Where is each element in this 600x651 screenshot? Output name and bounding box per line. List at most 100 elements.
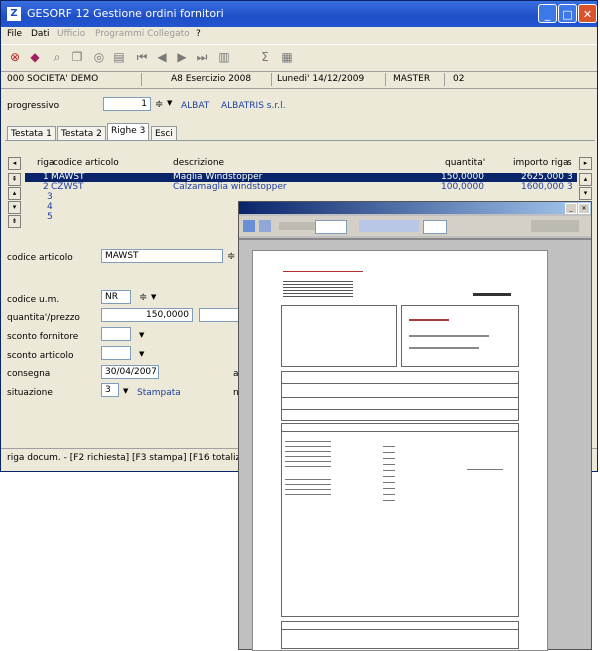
cell-riga: 1 bbox=[43, 172, 49, 182]
dropdown-arrow-icon[interactable]: ▼ bbox=[151, 293, 156, 301]
menu-file[interactable]: File bbox=[7, 29, 22, 39]
doc-grid-line bbox=[281, 431, 519, 432]
consegna-label: consegna bbox=[7, 369, 51, 379]
preview-close-button[interactable]: ✕ bbox=[578, 203, 590, 214]
doc-grid-line bbox=[281, 409, 519, 410]
scroll-down-icon[interactable]: ▾ bbox=[579, 187, 592, 200]
close-button[interactable]: ✕ bbox=[578, 4, 597, 23]
sum-icon[interactable]: Σ bbox=[257, 49, 273, 65]
doc-info-grid bbox=[281, 371, 519, 421]
edit-doc-icon[interactable]: ▥ bbox=[216, 49, 232, 65]
grid-corner-icon[interactable]: ◂ bbox=[8, 157, 21, 170]
stepper-icon[interactable]: ≑ bbox=[227, 251, 235, 262]
progressivo-label: progressivo bbox=[7, 101, 60, 111]
cell-codice: MAWST bbox=[51, 172, 85, 182]
tab-testata-1[interactable]: Testata 1 bbox=[7, 126, 56, 141]
grid-corner-right-icon[interactable]: ▸ bbox=[579, 157, 592, 170]
cell-quantita: 100,0000 bbox=[441, 182, 484, 192]
last-record-icon[interactable]: ⏭ bbox=[194, 49, 210, 65]
close-preview-button[interactable] bbox=[531, 220, 579, 232]
next-record-icon[interactable]: ▶ bbox=[174, 49, 190, 65]
cell-s: 3 bbox=[567, 182, 573, 192]
doc-title bbox=[473, 293, 511, 296]
progressivo-input[interactable]: 1 bbox=[103, 97, 151, 111]
row-up-icon[interactable]: ▴ bbox=[8, 187, 21, 200]
row-last-icon[interactable]: ⇟ bbox=[8, 215, 21, 228]
document-icon[interactable]: ▤ bbox=[111, 49, 127, 65]
binoculars-icon[interactable]: ◎ bbox=[91, 49, 107, 65]
cell-descrizione: Maglia Windstopper bbox=[173, 172, 263, 182]
first-record-icon[interactable]: ⏮ bbox=[134, 49, 150, 65]
stepper-icon[interactable]: ≑ bbox=[139, 292, 147, 303]
menu-dati[interactable]: Dati bbox=[31, 29, 49, 39]
cell-riga: 4 bbox=[47, 202, 53, 212]
calculator-icon[interactable]: ▦ bbox=[279, 49, 295, 65]
dropdown-arrow-icon[interactable]: ▼ bbox=[139, 331, 144, 339]
print-icon[interactable] bbox=[243, 220, 255, 232]
table-row[interactable]: 3 bbox=[25, 193, 225, 202]
search-icon[interactable]: ⌕ bbox=[49, 49, 65, 65]
cell-riga: 5 bbox=[47, 212, 53, 222]
dropdown-arrow-icon[interactable]: ▼ bbox=[167, 99, 172, 107]
copy-icon[interactable]: ❐ bbox=[69, 49, 85, 65]
page-number-input[interactable] bbox=[315, 220, 347, 234]
table-row[interactable]: 1 MAWST Maglia Windstopper 150,0000 2625… bbox=[25, 173, 577, 182]
doc-footer-box bbox=[281, 621, 519, 649]
dropdown-arrow-icon[interactable]: ▼ bbox=[139, 350, 144, 358]
tab-esci[interactable]: Esci bbox=[151, 126, 177, 141]
menu-programmi-collegato[interactable]: Programmi Collegato bbox=[95, 29, 190, 39]
scroll-up-icon[interactable]: ▴ bbox=[579, 173, 592, 186]
eraser-icon[interactable]: ◆ bbox=[27, 49, 43, 65]
title-bar: Z GESORF 12 Gestione ordini fornitori _ … bbox=[1, 1, 597, 27]
app-icon: Z bbox=[7, 7, 21, 21]
previous-record-icon[interactable]: ◀ bbox=[154, 49, 170, 65]
cell-importo: 1600,000 bbox=[521, 182, 564, 192]
quantita-input[interactable]: 150,0000 bbox=[101, 308, 193, 322]
doc-sender-block bbox=[283, 279, 353, 299]
row-first-icon[interactable]: ⇞ bbox=[8, 173, 21, 186]
maximize-button[interactable]: □ bbox=[558, 4, 577, 23]
menu-ufficio[interactable]: Ufficio bbox=[57, 29, 85, 39]
dropdown-arrow-icon[interactable]: ▼ bbox=[123, 387, 128, 395]
doc-text bbox=[409, 347, 479, 349]
zoom-select[interactable] bbox=[423, 220, 447, 234]
prezzo-input[interactable] bbox=[199, 308, 239, 322]
consegna-input[interactable]: 30/04/2007 bbox=[101, 365, 159, 379]
date-label: Lunedi' 14/12/2009 bbox=[277, 74, 365, 84]
codice-articolo-input[interactable]: MAWST bbox=[101, 249, 223, 263]
codice-um-input[interactable]: NR bbox=[101, 290, 131, 304]
stepper-icon[interactable]: ≑ bbox=[155, 99, 163, 110]
divider bbox=[271, 73, 272, 86]
col-s: s bbox=[567, 158, 572, 168]
cancel-icon[interactable]: ⊗ bbox=[7, 49, 23, 65]
tab-testata-2[interactable]: Testata 2 bbox=[57, 126, 106, 141]
table-row[interactable]: 4 bbox=[25, 203, 225, 212]
grid-header: ◂ riga codice articolo descrizione quant… bbox=[1, 156, 597, 170]
menu-help[interactable]: ? bbox=[196, 29, 201, 39]
zoom-controls[interactable] bbox=[359, 220, 419, 232]
page-navigation[interactable] bbox=[279, 222, 319, 230]
sconto-fornitore-input[interactable] bbox=[101, 327, 131, 341]
cell-quantita: 150,0000 bbox=[441, 172, 484, 182]
situazione-input[interactable]: 3 bbox=[101, 383, 119, 397]
document-page bbox=[252, 250, 548, 651]
divider bbox=[385, 73, 386, 86]
row-down-icon[interactable]: ▾ bbox=[8, 201, 21, 214]
preview-minimize-button[interactable]: _ bbox=[565, 203, 577, 214]
sconto-fornitore-label: sconto fornitore bbox=[7, 332, 79, 342]
sconto-articolo-label: sconto articolo bbox=[7, 351, 74, 361]
minimize-button[interactable]: _ bbox=[538, 4, 557, 23]
doc-line-items bbox=[467, 441, 503, 471]
table-row[interactable]: 2 CZWST Calzamaglia windstopper 100,0000… bbox=[25, 183, 577, 192]
tab-righe-3[interactable]: Righe 3 bbox=[107, 123, 150, 141]
doc-line-items bbox=[285, 475, 331, 499]
supplier-code: ALBAT bbox=[181, 101, 210, 111]
doc-header-line bbox=[283, 271, 363, 272]
col-codice-articolo: codice articolo bbox=[53, 158, 119, 168]
cell-s: 3 bbox=[567, 172, 573, 182]
print-preview-window: _ ✕ bbox=[238, 201, 592, 651]
table-row[interactable]: 5 bbox=[25, 213, 225, 222]
sconto-articolo-input[interactable] bbox=[101, 346, 131, 360]
window-title: GESORF 12 Gestione ordini fornitori bbox=[27, 7, 224, 20]
save-icon[interactable] bbox=[259, 220, 271, 232]
